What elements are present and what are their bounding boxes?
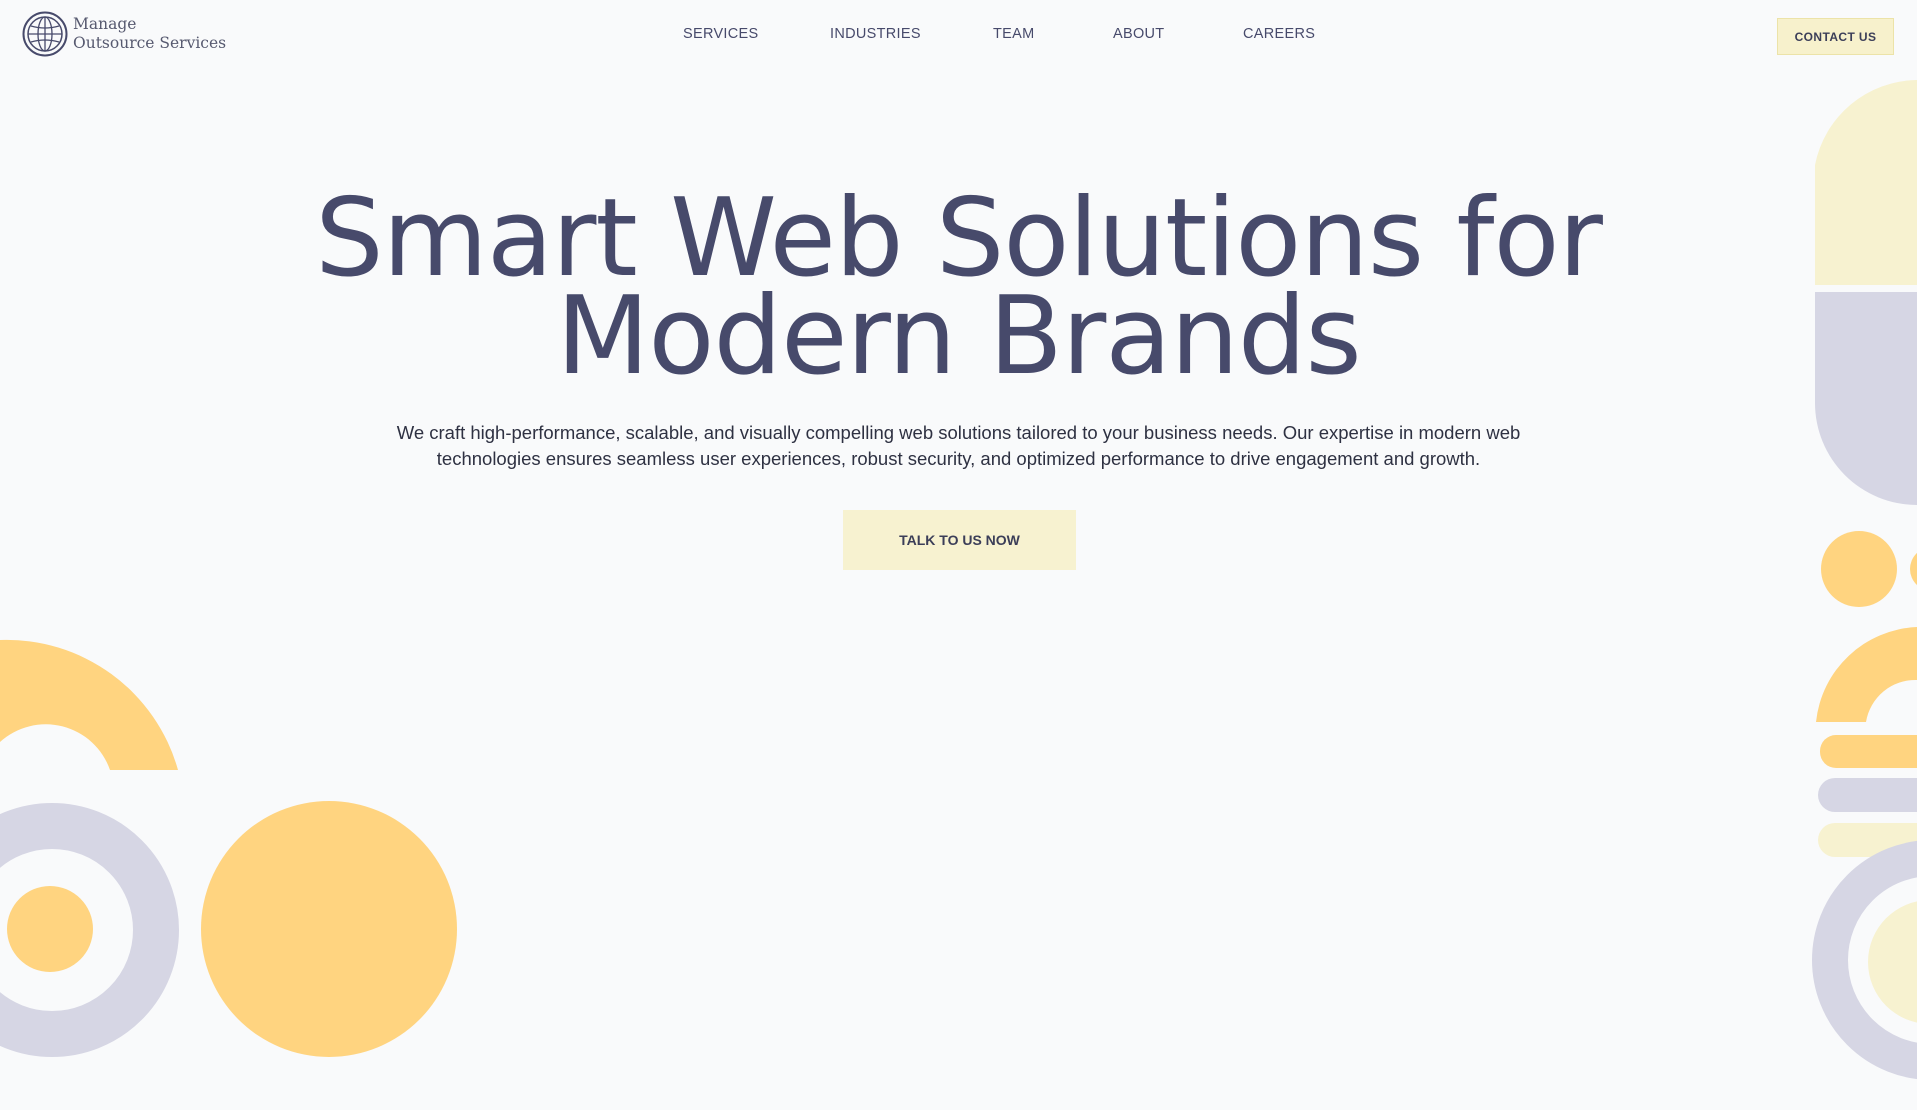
left-large-yellow-circle-shape	[201, 801, 457, 1057]
hero-title-line-2: Modern Brands	[556, 274, 1362, 399]
page: Manage Outsource Services SERVICES INDUS…	[0, 0, 1917, 1110]
right-cream-circle-shape	[1868, 901, 1917, 1023]
right-cream-bar-shape	[1818, 823, 1917, 857]
hero-title: Smart Web Solutions for Modern Brands	[0, 185, 1917, 399]
nav-item-team[interactable]: TEAM	[993, 26, 1034, 42]
hero-description: We craft high-performance, scalable, and…	[396, 422, 1521, 469]
right-yellow-dot-shape	[1821, 531, 1897, 607]
right-yellow-arc-shape	[1816, 627, 1917, 722]
right-lavender-ring-shape	[1812, 840, 1917, 1080]
right-yellow-bar-shape	[1820, 735, 1917, 768]
left-small-yellow-circle-shape	[7, 886, 93, 972]
main-nav: SERVICES INDUSTRIES TEAM ABOUT CAREERS	[0, 26, 1917, 46]
nav-item-careers[interactable]: CAREERS	[1243, 26, 1315, 42]
contact-us-button[interactable]: CONTACT US	[1777, 18, 1894, 55]
right-yellow-dot-partial-shape	[1910, 552, 1917, 586]
nav-item-industries[interactable]: INDUSTRIES	[830, 26, 921, 42]
left-lavender-ring-shape	[0, 803, 179, 1057]
nav-item-services[interactable]: SERVICES	[683, 26, 758, 42]
nav-item-about[interactable]: ABOUT	[1113, 26, 1164, 42]
talk-to-us-button[interactable]: TALK TO US NOW	[843, 510, 1076, 570]
left-yellow-arc-shape	[0, 639, 178, 770]
right-lavender-bar-shape	[1818, 778, 1917, 812]
